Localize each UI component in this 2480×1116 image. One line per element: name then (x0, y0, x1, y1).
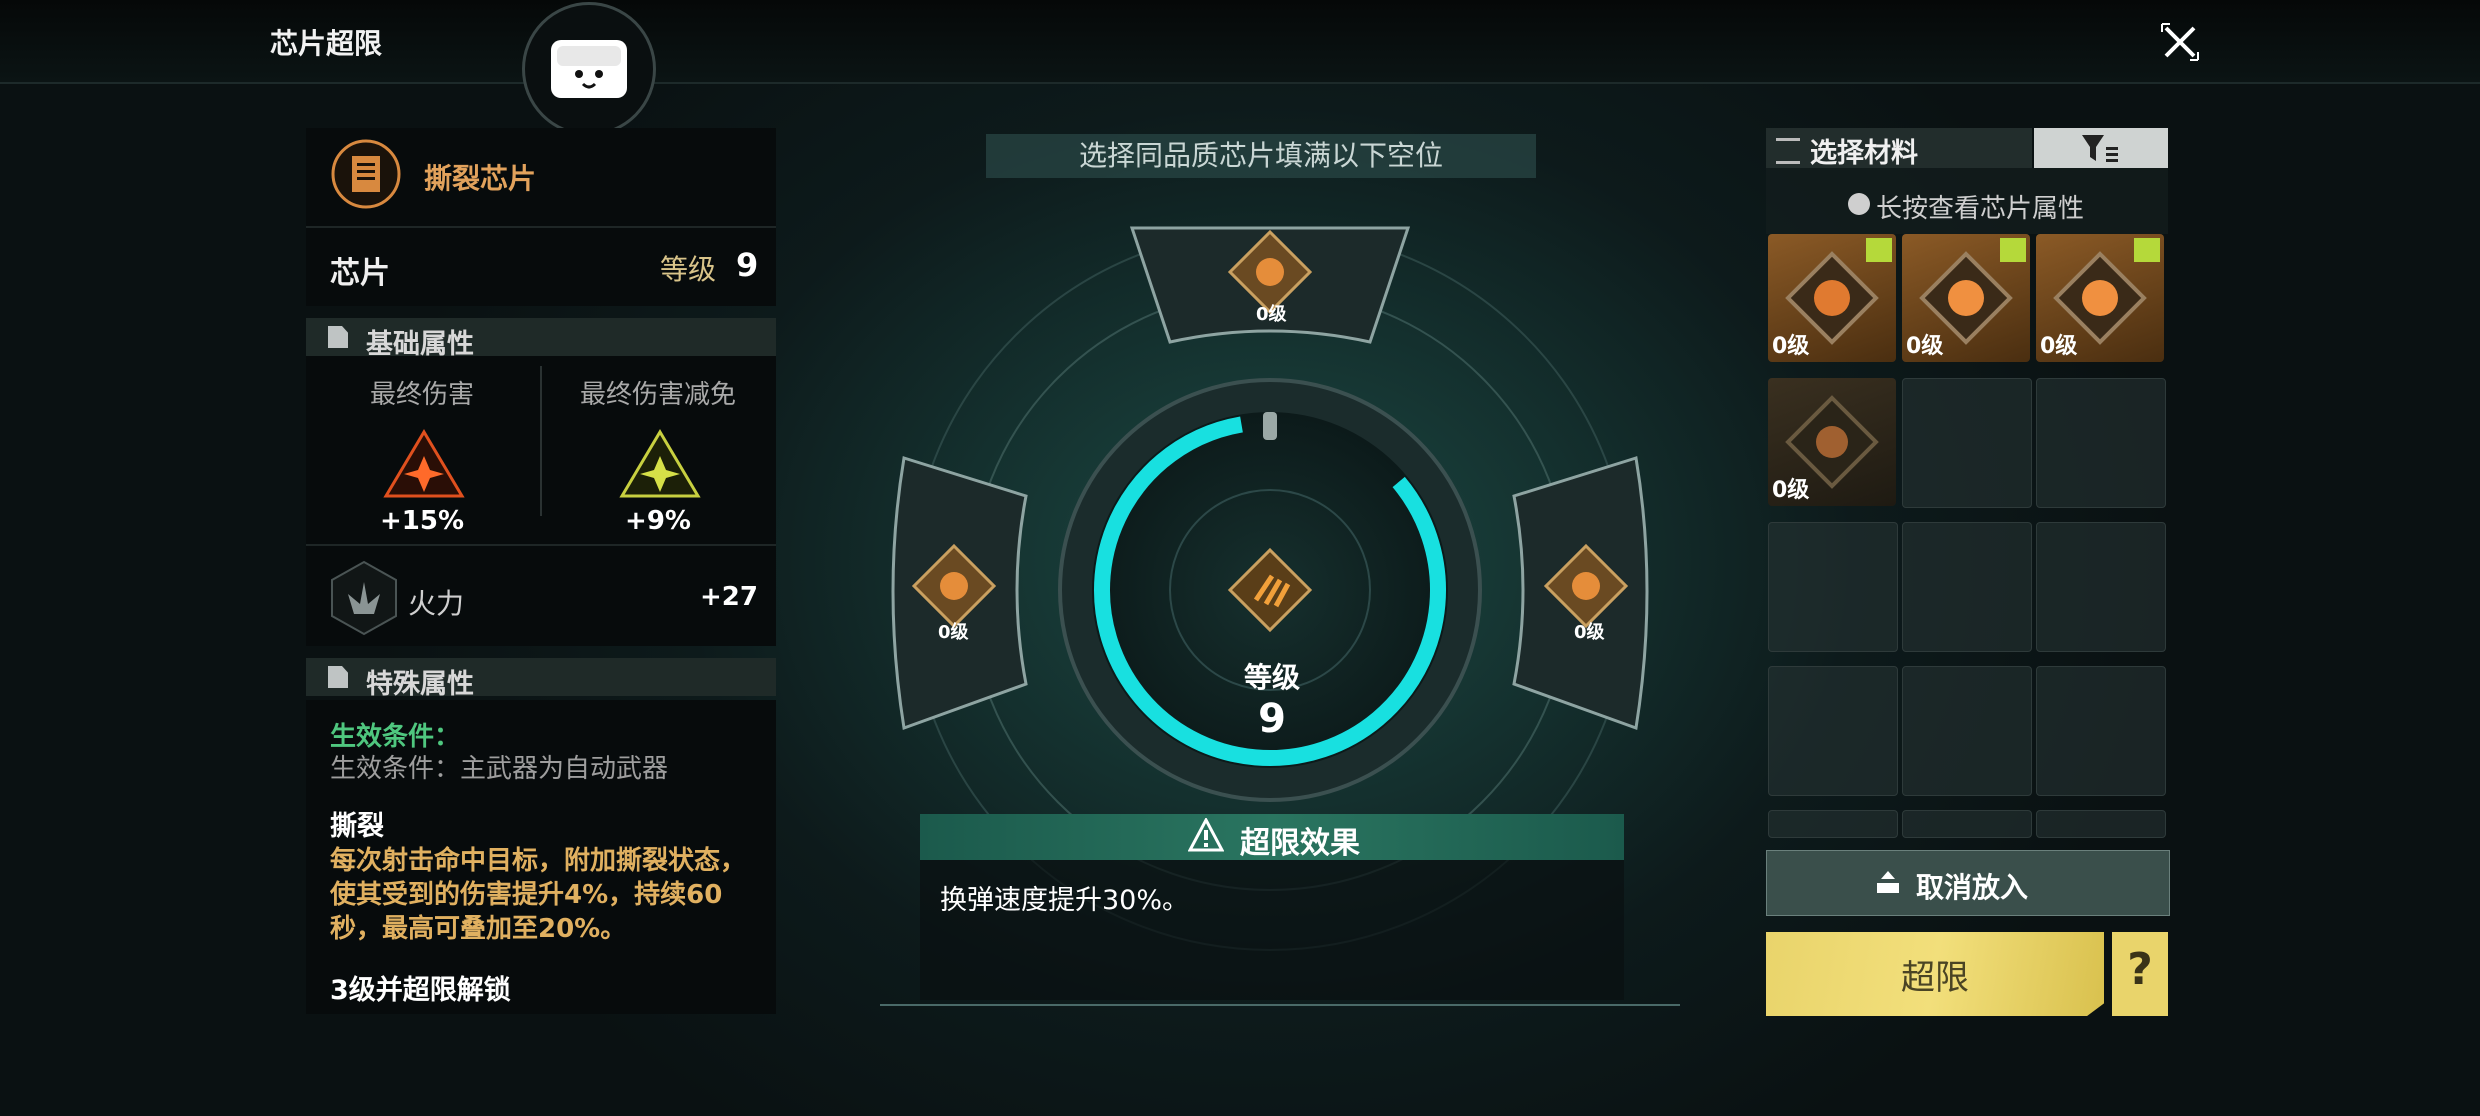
final-damage-reduction-value: +9% (625, 506, 691, 536)
empty-slot (2036, 378, 2166, 508)
info-icon (1848, 193, 1870, 215)
final-damage-label: 最终伤害 (369, 380, 474, 410)
effect-text: 换弹速度提升30%。 (940, 885, 1190, 916)
hint-text: 长按查看芯片属性 (1876, 194, 2085, 224)
divider (880, 1004, 1680, 1006)
limit-break-label: 超限 (1901, 958, 1969, 998)
effect-title: 超限效果 (1240, 826, 1360, 861)
mascot-icon (551, 40, 627, 98)
checkmark-icon (2134, 238, 2160, 262)
damage-reduction-icon (618, 428, 702, 504)
condition-text: 生效条件：主武器为自动武器 (330, 754, 669, 784)
document-icon (328, 326, 348, 348)
help-icon: ? (2127, 944, 2153, 995)
slot-left-level[interactable]: 0级 (938, 618, 969, 644)
material-level: 0级 (1906, 334, 1944, 359)
empty-slot (1902, 666, 2032, 796)
center-level-value: 9 (1258, 696, 1286, 742)
divider (540, 366, 542, 516)
material-level: 0级 (2040, 334, 2078, 359)
avatar[interactable] (522, 2, 656, 136)
chip-name: 撕裂芯片 (424, 162, 537, 195)
empty-slot (1902, 810, 2032, 838)
checkmark-icon (1866, 238, 1892, 262)
divider (306, 544, 776, 546)
material-item[interactable]: 0级 (1902, 234, 2030, 362)
materials-tab[interactable]: 选择材料 (1766, 128, 2032, 169)
cancel-placement-label: 取消放入 (1916, 871, 2029, 904)
chip-book-icon (330, 138, 402, 214)
empty-slot (2036, 666, 2166, 796)
chip-level-value: 9 (736, 246, 759, 284)
warning-icon (1187, 816, 1225, 856)
chip-level-label: 等级 (660, 253, 717, 286)
damage-icon (382, 428, 466, 504)
slot-right-level[interactable]: 0级 (1574, 618, 1605, 644)
empty-slot (1768, 666, 1898, 796)
firepower-icon (330, 560, 398, 640)
close-icon (2161, 23, 2199, 61)
instruction-banner: 选择同品质芯片填满以下空位 (986, 134, 1536, 178)
unload-icon (1877, 871, 1899, 893)
base-attributes-header: 基础属性 (306, 318, 776, 360)
empty-slot (1902, 378, 2032, 508)
close-button[interactable] (2156, 18, 2204, 66)
firepower-value: +27 (700, 582, 758, 612)
material-item[interactable]: 0级 (1768, 378, 1896, 506)
empty-slot (1902, 522, 2032, 652)
material-item[interactable]: 0级 (2036, 234, 2164, 362)
material-level: 0级 (1772, 334, 1810, 359)
page-title: 芯片超限 (270, 27, 383, 60)
empty-slot (1768, 810, 1898, 838)
list-icon (1776, 138, 1800, 164)
divider (306, 226, 776, 228)
document-icon (328, 666, 348, 688)
final-damage-value: +15% (379, 506, 465, 536)
material-item[interactable]: 0级 (1768, 234, 1896, 362)
filter-icon (2082, 135, 2118, 162)
checkmark-icon (2000, 238, 2026, 262)
filter-button[interactable] (2034, 128, 2168, 168)
special-attributes-header: 特殊属性 (306, 658, 776, 700)
empty-slot (2036, 522, 2166, 652)
empty-slot (1768, 522, 1898, 652)
unlock-title: 3级并超限解锁 (330, 975, 511, 1006)
special-attributes-title: 特殊属性 (366, 669, 474, 700)
tear-description: 每次射击命中目标，附加撕裂状态，使其受到的伤害提升4%，持续60秒，最高可叠加至… (330, 846, 747, 944)
slot-top-level[interactable]: 0级 (1256, 300, 1287, 326)
material-level: 0级 (1772, 478, 1810, 503)
center-level-label: 等级 (1243, 661, 1300, 694)
materials-tab-label: 选择材料 (1810, 138, 1918, 169)
chip-type: 芯片 (330, 256, 390, 291)
tear-title: 撕裂 (330, 811, 384, 842)
firepower-label: 火力 (408, 587, 465, 620)
empty-slot (2036, 810, 2166, 838)
final-damage-reduction-label: 最终伤害减免 (579, 380, 736, 410)
instruction-text: 选择同品质芯片填满以下空位 (1078, 139, 1443, 172)
